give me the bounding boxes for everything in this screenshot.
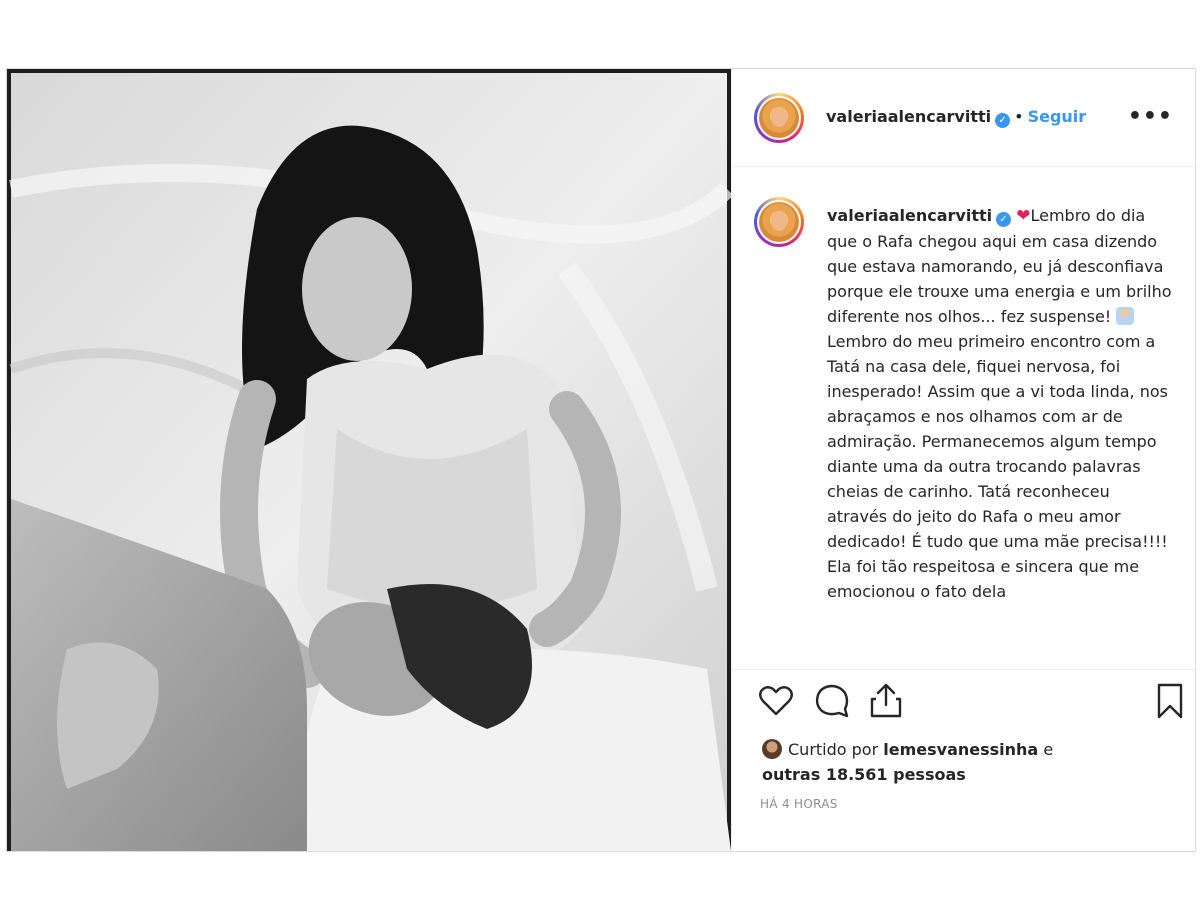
likes-conj: e — [1043, 740, 1054, 759]
photo-image — [7, 69, 731, 851]
follow-button[interactable]: Seguir — [1028, 107, 1087, 126]
likes-summary: Curtido por lemesvanessinha e outras 18.… — [762, 737, 1182, 787]
author-avatar[interactable] — [754, 93, 804, 143]
bookmark-icon[interactable] — [1150, 681, 1190, 721]
action-bar — [732, 681, 1195, 731]
liker-avatar[interactable] — [762, 739, 782, 759]
caption-author-avatar[interactable] — [754, 197, 804, 247]
liker-username[interactable]: lemesvanessinha — [883, 740, 1038, 759]
more-options-icon[interactable]: ••• — [1128, 106, 1173, 128]
share-upload-icon[interactable] — [866, 681, 906, 721]
likes-prefix: Curtido por — [788, 740, 879, 759]
caption-username[interactable]: valeriaalencarvitti — [827, 206, 992, 225]
heart-outline-icon[interactable] — [756, 681, 796, 721]
caption-text: valeriaalencarvitti ✓ ❤Lembro do dia que … — [827, 203, 1172, 604]
verified-badge-icon: ✓ — [995, 113, 1011, 128]
separator-dot: • — [1014, 107, 1024, 126]
post-timestamp[interactable]: HÁ 4 HORAS — [760, 797, 838, 811]
instagram-post: valeriaalencarvitti ✓ • Seguir ••• valeriaa… — [6, 68, 1196, 852]
verified-badge-icon: ✓ — [996, 212, 1012, 227]
caption-area[interactable]: valeriaalencarvitti ✓ ❤Lembro do dia que … — [732, 167, 1195, 670]
heart-emoji: ❤ — [1016, 206, 1031, 226]
likes-others-link[interactable]: outras 18.561 pessoas — [762, 765, 966, 784]
shrug-emoji-icon — [1116, 307, 1135, 325]
header-author-line: valeriaalencarvitti ✓ • Seguir — [826, 107, 1086, 128]
comment-bubble-icon[interactable] — [812, 681, 852, 721]
post-photo[interactable] — [7, 69, 732, 851]
post-sidebar: valeriaalencarvitti ✓ • Seguir ••• valeriaa… — [732, 69, 1195, 851]
author-username[interactable]: valeriaalencarvitti — [826, 107, 991, 126]
caption-paragraph-2: Lembro do meu primeiro encontro com a Ta… — [827, 332, 1168, 601]
post-header: valeriaalencarvitti ✓ • Seguir ••• — [732, 69, 1195, 167]
